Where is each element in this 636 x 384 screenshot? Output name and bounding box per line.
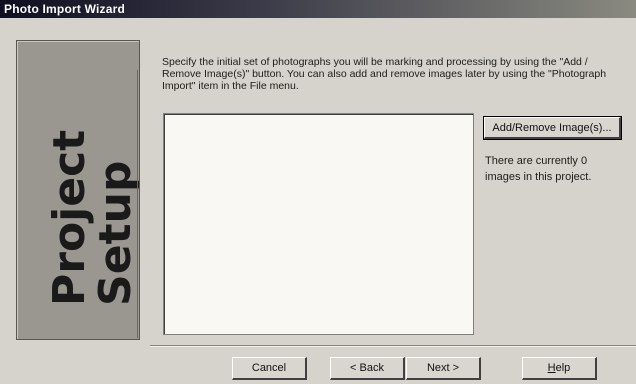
title-bar: Photo Import Wizard — [0, 0, 636, 18]
window-title: Photo Import Wizard — [4, 2, 126, 16]
help-mnemonic: H — [547, 362, 556, 374]
image-list[interactable] — [163, 113, 474, 335]
divider-horizontal — [150, 345, 636, 347]
next-button[interactable]: Next > — [406, 357, 481, 380]
add-remove-images-button[interactable]: Add/Remove Image(s)... — [483, 116, 622, 140]
divider-vertical — [137, 70, 138, 338]
cancel-button[interactable]: Cancel — [232, 357, 307, 380]
back-button[interactable]: < Back — [330, 357, 405, 380]
image-count-status: There are currently 0 images in this pro… — [485, 155, 592, 183]
help-label: elp — [555, 362, 571, 374]
step-banner-line2: Setup — [90, 160, 141, 306]
step-banner: Project Setup — [16, 40, 141, 340]
help-button[interactable]: Help — [522, 357, 597, 380]
step-banner-text: Project Setup — [44, 129, 141, 306]
instructions-text: Specify the initial set of photographs y… — [162, 56, 607, 92]
step-banner-line1: Project — [44, 129, 95, 306]
